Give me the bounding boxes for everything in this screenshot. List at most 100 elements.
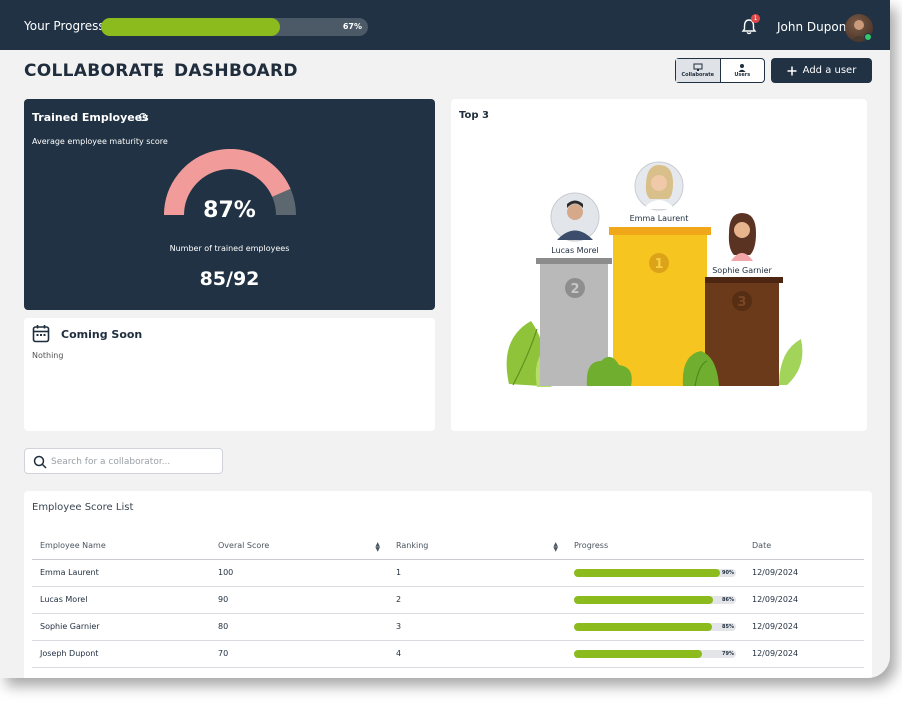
column-header-name[interactable]: Employee Name [32, 533, 210, 560]
cell-name: Emma Laurent [32, 559, 210, 587]
cell-date: 12/09/2024 [744, 613, 864, 641]
view-switcher: Collaborate Users [675, 58, 765, 83]
cell-date: 12/09/2024 [744, 640, 864, 668]
user-progress-fill [101, 18, 280, 36]
row-progress-bar: 90% [574, 568, 736, 577]
maturity-percent: 87% [203, 198, 256, 223]
cell-date: 12/09/2024 [744, 586, 864, 614]
column-header-score[interactable]: Overal Score ▲ ▼ [210, 533, 388, 560]
avatar-second [550, 192, 600, 242]
first-place-name: Emma Laurent [630, 214, 689, 223]
cell-ranking: 4 [388, 640, 566, 668]
user-progress-bar: 67% [101, 18, 368, 36]
progress-label: Your Progress: [24, 19, 109, 33]
row-progress-bar: 79% [574, 649, 736, 658]
cell-name: Sophie Garnier [32, 613, 210, 641]
trained-count: 85/92 [199, 268, 260, 290]
rank-first: 1 [654, 257, 663, 272]
top-bar: Your Progress: 67% 1 John Dupont [0, 0, 890, 50]
podium-illustration: 2 1 3 Emma Laurent Lucas Morel Sophie Ga… [506, 161, 803, 387]
row-progress-percent: 90% [722, 569, 734, 576]
cell-score: 70 [210, 640, 388, 668]
coming-soon-title: Coming Soon [61, 328, 143, 341]
table-row[interactable]: Sophie Garnier 80 3 85% 12/09/2024 [32, 613, 864, 641]
table-row[interactable]: Joseph Dupont 70 4 79% 12/09/2024 [32, 640, 864, 668]
cell-progress: 85% [566, 613, 744, 641]
coming-soon-text: Nothing [32, 351, 64, 360]
online-status-dot [864, 33, 872, 41]
column-header-ranking-label: Ranking [396, 541, 429, 551]
employee-score-table: Employee Name Overal Score ▲ ▼ Ranking ▲ ▼ P… [32, 533, 864, 668]
search-input[interactable] [51, 453, 217, 470]
column-header-date-label: Date [752, 541, 772, 551]
row-progress-fill [574, 649, 702, 658]
podium-third-top [705, 277, 783, 283]
podium-second-top [536, 258, 612, 264]
cell-name: Lucas Morel [32, 586, 210, 614]
add-user-button[interactable]: Add a user [771, 58, 872, 83]
third-place-name: Sophie Garnier [712, 266, 772, 275]
column-header-progress-label: Progress [574, 541, 609, 551]
column-header-name-label: Employee Name [40, 541, 106, 551]
cell-ranking: 3 [388, 613, 566, 641]
cell-progress: 86% [566, 586, 744, 614]
cell-score: 100 [210, 559, 388, 587]
cell-progress: 90% [566, 559, 744, 587]
cell-ranking: 2 [388, 586, 566, 614]
sort-icon[interactable]: ▲ ▼ [375, 542, 380, 553]
calendar-icon [32, 325, 50, 343]
row-progress-percent: 79% [722, 650, 734, 657]
column-header-ranking[interactable]: Ranking ▲ ▼ [388, 533, 566, 560]
plus-icon [787, 66, 797, 75]
trained-employees-card: Trained Employees ? Average employee mat… [24, 99, 435, 310]
row-progress-percent: 86% [722, 596, 734, 603]
cell-name: Joseph Dupont [32, 640, 210, 668]
avatar-first [634, 161, 684, 211]
column-header-date[interactable]: Date [744, 533, 864, 560]
employee-score-list-title: Employee Score List [32, 502, 134, 513]
app-window: Your Progress: 67% 1 John Dupont COLLABO… [0, 0, 890, 678]
trained-employees-title: Trained Employees [32, 111, 149, 124]
monitor-icon [693, 63, 703, 71]
trained-employees-subtitle: Average employee maturity score [32, 137, 168, 146]
avatar-third [728, 213, 756, 261]
cell-date: 12/09/2024 [744, 559, 864, 587]
search-box [24, 448, 223, 474]
row-progress-percent: 85% [722, 623, 734, 630]
table-row[interactable]: Emma Laurent 100 1 90% 12/09/2024 [32, 559, 864, 587]
coming-soon-card: Coming Soon Nothing [24, 318, 435, 431]
breadcrumb-root[interactable]: COLLABORATE [24, 61, 165, 81]
leaf-decoration-right [779, 339, 803, 385]
row-progress-bar: 85% [574, 622, 736, 631]
tab-collaborate-label: Collaborate [681, 72, 715, 78]
search-icon [33, 455, 47, 469]
user-progress-percent: 67% [342, 22, 362, 31]
cell-ranking: 1 [388, 559, 566, 587]
help-icon[interactable]: ? [139, 113, 147, 121]
user-name[interactable]: John Dupont [777, 20, 851, 34]
row-progress-fill [574, 595, 714, 604]
add-user-label: Add a user [802, 65, 857, 76]
tab-collaborate[interactable]: Collaborate [676, 59, 721, 82]
employee-score-list-card: Employee Score List Employee Name Overal… [24, 491, 872, 678]
column-header-progress[interactable]: Progress [566, 533, 744, 560]
rank-third: 3 [737, 295, 746, 310]
second-place-name: Lucas Morel [551, 246, 598, 255]
column-header-score-label: Overal Score [218, 541, 270, 551]
notification-badge: 1 [751, 14, 760, 23]
row-progress-fill [574, 622, 712, 631]
table-header-row: Employee Name Overal Score ▲ ▼ Ranking ▲ ▼ P… [32, 533, 864, 560]
top3-card: Top 3 2 1 3 Emma Laurent Lucas Morel Sop… [451, 99, 867, 431]
user-icon [738, 64, 746, 72]
sort-icon[interactable]: ▲ ▼ [553, 542, 558, 553]
page-title: DASHBOARD [174, 61, 298, 81]
tab-users-label: Users [734, 72, 751, 78]
table-row[interactable]: Lucas Morel 90 2 86% 12/09/2024 [32, 586, 864, 614]
trained-count-label: Number of trained employees [169, 244, 290, 253]
row-progress-fill [574, 568, 720, 577]
tab-users[interactable]: Users [721, 59, 765, 82]
cell-score: 90 [210, 586, 388, 614]
podium-first-top [609, 227, 711, 235]
chevron-right-icon [155, 66, 163, 78]
cell-score: 80 [210, 613, 388, 641]
